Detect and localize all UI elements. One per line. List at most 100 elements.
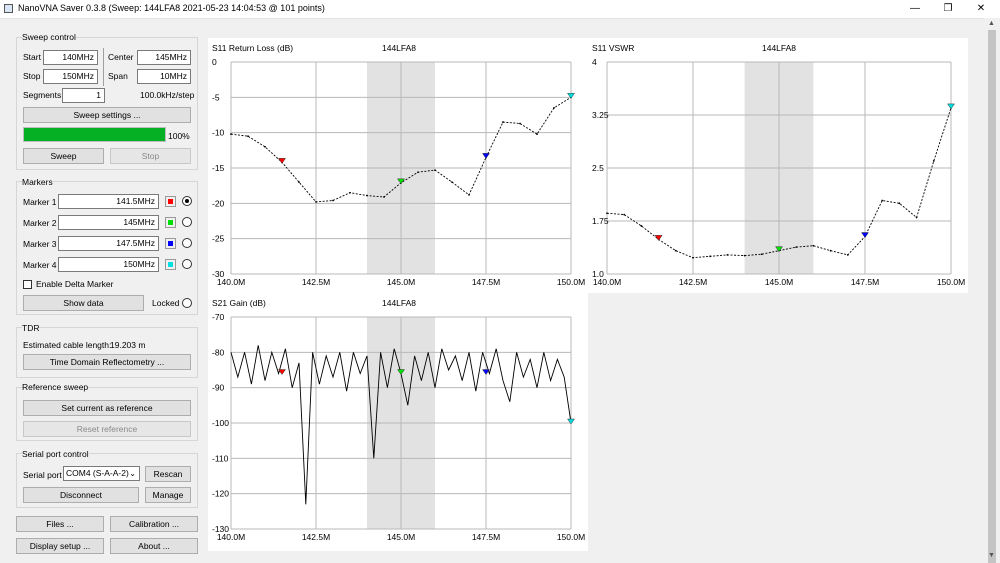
- vswr-plot: 140.0M 142.5M 145.0M 147.5M 150.0M43.252.51.…: [592, 57, 965, 287]
- marker-1-color-button[interactable]: [165, 196, 176, 207]
- sweep-divider: [103, 48, 104, 86]
- delta-marker-checkbox[interactable]: [23, 280, 32, 289]
- marker-3-color-button[interactable]: [165, 238, 176, 249]
- stop-button[interactable]: Stop: [110, 148, 191, 164]
- start-input[interactable]: 140MHz: [43, 50, 98, 65]
- start-label: Start: [23, 52, 41, 62]
- stop-input[interactable]: 150MHz: [43, 69, 98, 84]
- sweep-settings-button[interactable]: Sweep settings ...: [23, 107, 191, 123]
- y-tick-label: -10: [212, 128, 225, 138]
- minimize-button[interactable]: —: [900, 0, 930, 18]
- show-data-button[interactable]: Show data: [23, 295, 144, 311]
- y-tick-label: 4: [592, 57, 597, 67]
- vertical-scrollbar[interactable]: ▲ ▼: [984, 18, 1000, 563]
- set-reference-button[interactable]: Set current as reference: [23, 400, 191, 416]
- about-button[interactable]: About ...: [110, 538, 198, 554]
- data-point: [743, 254, 746, 257]
- sweep-button[interactable]: Sweep: [23, 148, 104, 164]
- center-input[interactable]: 145MHz: [137, 50, 191, 65]
- y-tick-label: 2.5: [592, 163, 604, 173]
- marker-1-frequency[interactable]: 141.5MHz: [58, 194, 159, 209]
- y-tick-label: -25: [212, 234, 225, 244]
- segments-input[interactable]: 1: [62, 88, 105, 103]
- x-tick-label: 142.5M: [679, 277, 707, 287]
- marker-3-color-swatch: [168, 241, 173, 246]
- data-point: [760, 253, 763, 256]
- y-tick-label: -120: [212, 489, 229, 499]
- x-tick-label: 142.5M: [302, 532, 330, 542]
- marker-4-frequency[interactable]: 150MHz: [58, 257, 159, 272]
- data-point: [932, 160, 935, 162]
- calibration-button[interactable]: Calibration ...: [110, 516, 198, 532]
- scroll-up-icon[interactable]: ▲: [988, 20, 995, 27]
- reference-title: Reference sweep: [22, 382, 89, 392]
- x-tick-label: 145.0M: [765, 277, 793, 287]
- serial-port-select[interactable]: COM4 (S-A-A-2) ⌄: [63, 466, 140, 481]
- data-point: [519, 122, 521, 125]
- stop-label: Stop: [23, 71, 41, 81]
- data-point: [692, 256, 694, 259]
- marker-2-radio[interactable]: [182, 217, 192, 227]
- manage-button[interactable]: Manage: [145, 487, 191, 503]
- marker-triangle: [278, 369, 286, 375]
- sweep-progress-fill: [24, 128, 165, 141]
- disconnect-button[interactable]: Disconnect: [23, 487, 139, 503]
- files-button[interactable]: Files ...: [16, 516, 104, 532]
- scroll-down-icon[interactable]: ▼: [988, 552, 995, 559]
- locked-radio[interactable]: [182, 298, 192, 308]
- marker-3-label: Marker 3: [23, 239, 57, 249]
- serial-port-label: Serial port: [23, 470, 62, 480]
- restore-button[interactable]: ❐: [933, 0, 963, 18]
- app-icon: [4, 4, 13, 13]
- chevron-down-icon: ⌄: [129, 469, 136, 478]
- marker-1-label: Marker 1: [23, 197, 57, 207]
- marker-triangle: [947, 103, 955, 110]
- y-tick-label: -15: [212, 163, 225, 173]
- markers-title: Markers: [22, 177, 53, 187]
- data-point: [451, 181, 453, 184]
- step-size: 100.0kHz/step: [140, 90, 195, 100]
- tdr-group: [16, 327, 198, 378]
- marker-1-radio[interactable]: [182, 196, 192, 206]
- data-point: [915, 216, 918, 219]
- y-tick-label: -80: [212, 347, 225, 357]
- marker-3-frequency[interactable]: 147.5MHz: [58, 236, 159, 251]
- display-setup-button[interactable]: Display setup ...: [16, 538, 104, 554]
- data-point: [709, 255, 712, 258]
- tdr-button[interactable]: Time Domain Reflectometry ...: [23, 354, 191, 370]
- marker-triangle: [861, 232, 869, 238]
- data-point: [366, 194, 368, 197]
- x-tick-label: 147.5M: [472, 532, 500, 542]
- x-tick-label: 147.5M: [472, 277, 500, 287]
- y-tick-label: -5: [212, 92, 220, 102]
- y-tick-label: -30: [212, 269, 225, 279]
- x-tick-label: 142.5M: [302, 277, 330, 287]
- center-label: Center: [108, 52, 134, 62]
- span-label: Span: [108, 71, 128, 81]
- gain-chart: S21 Gain (dB) 144LFA8 140.0M 142.5M 145.0M…: [208, 293, 588, 551]
- return-loss-plot: 140.0M 142.5M 145.0M 147.5M 150.0M0-5-10-15-…: [212, 57, 585, 287]
- vswr-chart: S11 VSWR 144LFA8 140.0M 142.5M 145.0M 147.5…: [588, 38, 968, 293]
- data-point: [898, 202, 901, 205]
- window-title: NanoVNA Saver 0.3.8 (Sweep: 144LFA8 2021…: [18, 3, 325, 13]
- span-input[interactable]: 10MHz: [137, 69, 191, 84]
- data-point: [829, 249, 832, 252]
- data-point: [881, 199, 884, 202]
- title-bar: NanoVNA Saver 0.3.8 (Sweep: 144LFA8 2021…: [0, 0, 1000, 19]
- serial-title: Serial port control: [22, 449, 89, 459]
- marker-3-radio[interactable]: [182, 238, 192, 248]
- marker-2-frequency[interactable]: 145MHz: [58, 215, 159, 230]
- marker-triangle: [278, 158, 286, 164]
- rescan-button[interactable]: Rescan: [145, 466, 191, 482]
- data-point: [812, 244, 815, 247]
- x-tick-label: 147.5M: [851, 277, 879, 287]
- close-button[interactable]: ✕: [966, 0, 996, 18]
- data-point: [468, 193, 470, 196]
- scrollbar-thumb[interactable]: [988, 30, 996, 563]
- reset-reference-button[interactable]: Reset reference: [23, 421, 191, 437]
- marker-1-color-swatch: [168, 199, 173, 204]
- marker-2-color-button[interactable]: [165, 217, 176, 228]
- marker-4-color-button[interactable]: [165, 259, 176, 270]
- data-point: [383, 196, 385, 198]
- marker-4-radio[interactable]: [182, 259, 192, 269]
